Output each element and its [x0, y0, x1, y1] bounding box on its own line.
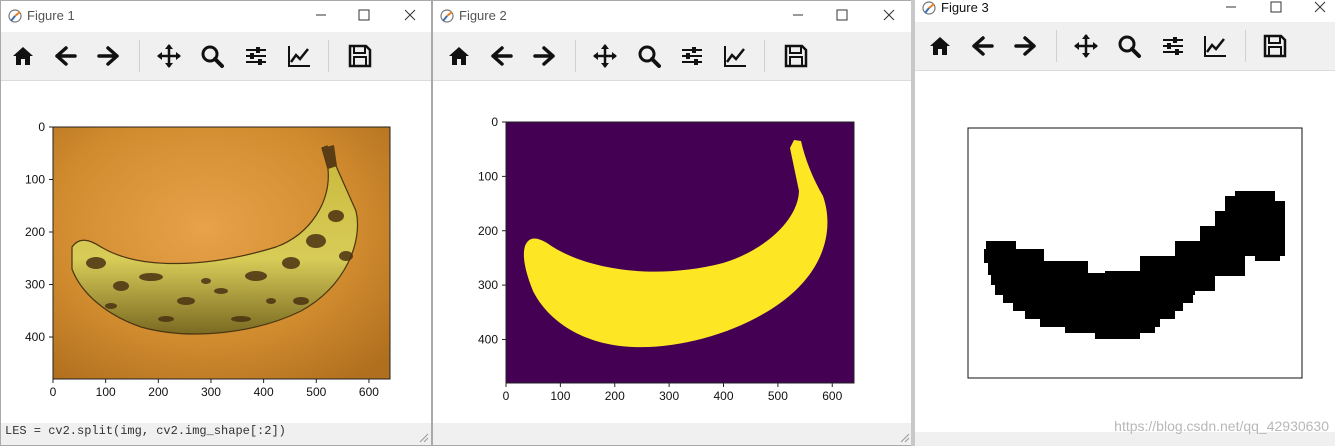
y-tick-label: 0 — [491, 115, 498, 129]
status-bar: LES = cv2.split(img, cv2.img_shape[:2]) — [1, 423, 431, 445]
watermark: https://blog.csdn.net/qq_42930630 — [1114, 418, 1329, 434]
resize-grip-icon[interactable] — [419, 433, 429, 443]
y-axis: 0 100 200 300 400 — [478, 115, 506, 347]
figure-2-canvas: 0 100 200 300 400 500 600 0 100 200 300 400 — [478, 115, 855, 403]
x-tick-label: 500 — [306, 385, 326, 399]
x-tick-label: 200 — [148, 385, 168, 399]
y-tick-label: 300 — [25, 278, 45, 292]
y-tick-label: 100 — [478, 169, 498, 183]
x-tick-label: 0 — [503, 389, 510, 403]
resize-grip-icon[interactable] — [900, 433, 910, 443]
y-tick-label: 200 — [25, 225, 45, 239]
x-tick-label: 300 — [659, 389, 679, 403]
x-tick-label: 400 — [713, 389, 733, 403]
x-tick-label: 500 — [768, 389, 788, 403]
image-axes: 0 100 200 300 400 500 600 0 100 200 300 400 — [25, 120, 391, 399]
y-tick-label: 400 — [25, 330, 45, 344]
x-tick-label: 300 — [201, 385, 221, 399]
y-tick-label: 0 — [38, 120, 45, 134]
y-axis: 0 100 200 300 400 — [25, 120, 53, 344]
y-tick-label: 200 — [478, 224, 498, 238]
x-tick-label: 100 — [96, 385, 116, 399]
x-tick-label: 200 — [605, 389, 625, 403]
figure-1-canvas: 0 100 200 300 400 500 600 0 100 200 300 400 — [25, 120, 391, 399]
x-axis: 0 100 200 300 400 500 600 — [50, 379, 379, 399]
status-bar — [433, 423, 912, 445]
y-tick-label: 400 — [478, 333, 498, 347]
x-tick-label: 600 — [359, 385, 379, 399]
figure-3-canvas — [967, 127, 1303, 379]
x-axis: 0 100 200 300 400 500 600 — [503, 383, 843, 403]
figure-1-window: Figure 1 0 100 200 300 400 500 600 0 100… — [0, 0, 432, 446]
status-bar: https://blog.csdn.net/qq_42930630 — [915, 418, 1335, 446]
x-tick-label: 600 — [822, 389, 842, 403]
status-text: LES = cv2.split(img, cv2.img_shape[:2]) — [5, 424, 286, 438]
y-tick-label: 300 — [478, 278, 498, 292]
figure-2-window: Figure 2 0 100 200 300 400 500 600 0 100… — [432, 0, 913, 446]
x-tick-label: 400 — [254, 385, 274, 399]
y-tick-label: 100 — [25, 173, 45, 187]
x-tick-label: 0 — [50, 385, 57, 399]
x-tick-label: 100 — [550, 389, 570, 403]
figure-3-window: Figure 3 https://blog.csdn.net/qq_429306… — [915, 0, 1335, 446]
mask-axes: 0 100 200 300 400 500 600 0 100 200 300 400 — [478, 115, 855, 403]
